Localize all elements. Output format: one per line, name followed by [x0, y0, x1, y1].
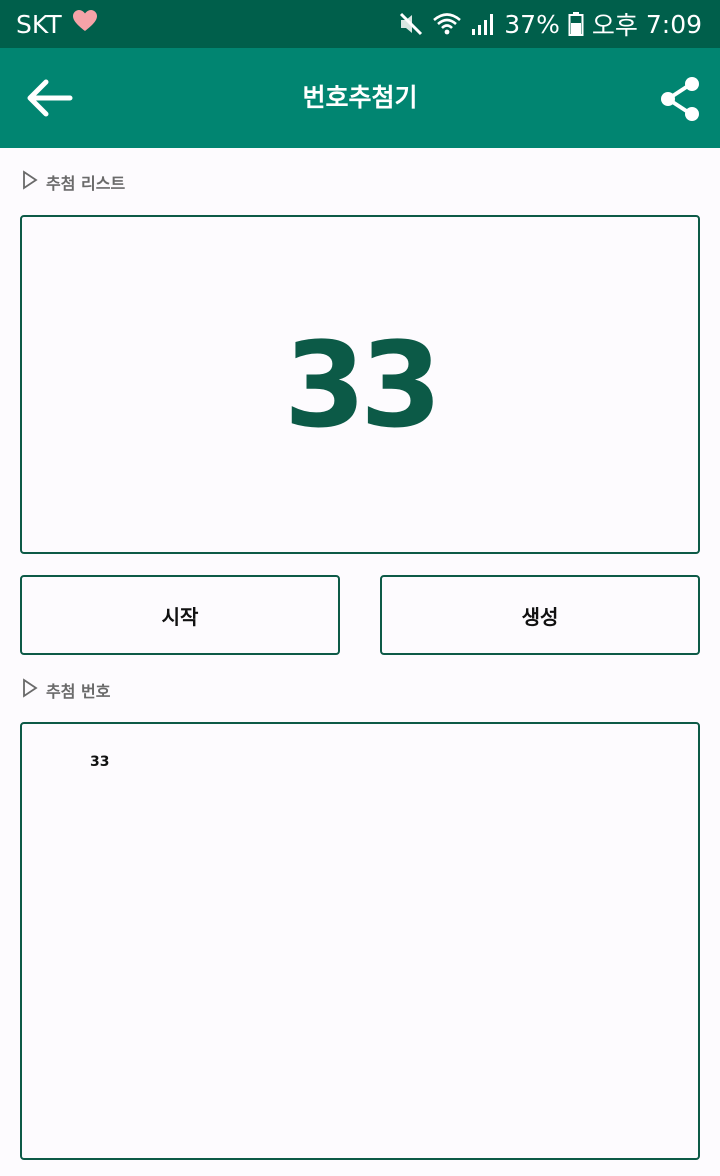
mute-icon: [398, 11, 424, 37]
status-bar: SKT 37% 오후 7:09: [0, 0, 720, 48]
ampm-label: 오후: [591, 11, 638, 40]
signal-icon: [470, 11, 496, 37]
triangle-right-icon: [22, 678, 38, 702]
triangle-right-icon: [22, 170, 38, 194]
draw-display-panel: 33: [20, 215, 700, 554]
wifi-icon: [432, 11, 462, 37]
heart-icon: [72, 9, 98, 39]
start-button[interactable]: 시작: [20, 575, 340, 655]
share-icon[interactable]: [654, 74, 706, 124]
list-item: 33: [90, 754, 110, 770]
battery-percent: 37%: [504, 9, 560, 39]
page-title: 번호추첨기: [302, 83, 418, 112]
back-arrow-icon[interactable]: [22, 74, 78, 122]
draw-list-label: 추첨 리스트: [22, 170, 125, 194]
app-bar: 번호추첨기: [0, 48, 720, 148]
clock-time: 7:09: [645, 9, 702, 39]
draw-numbers-label: 추첨 번호: [22, 678, 110, 702]
draw-numbers-panel: 33: [20, 722, 700, 1160]
draw-list-label-text: 추첨 리스트: [46, 174, 126, 193]
carrier-label: SKT: [16, 9, 62, 39]
start-button-label: 시작: [161, 604, 199, 629]
battery-icon: [568, 11, 584, 37]
draw-numbers-label-text: 추첨 번호: [46, 682, 111, 701]
current-number: 33: [283, 315, 442, 454]
generate-button[interactable]: 생성: [380, 575, 700, 655]
generate-button-label: 생성: [521, 604, 559, 629]
